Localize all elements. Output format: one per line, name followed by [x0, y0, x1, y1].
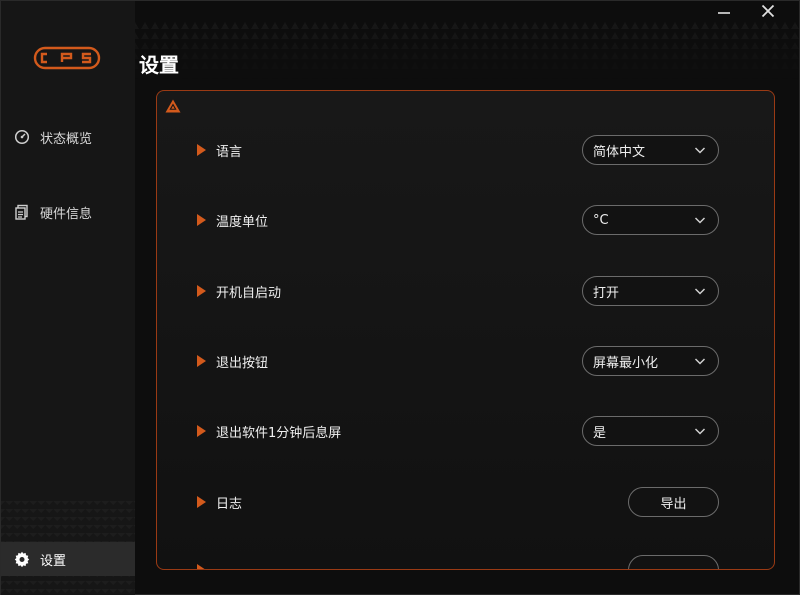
setting-row-log: 日志 导出: [197, 487, 719, 517]
speedometer-icon: [13, 128, 31, 146]
sidebar-item-label: 硬件信息: [40, 206, 93, 222]
setting-label: 退出软件1分钟后息屏: [216, 425, 342, 441]
setting-label: 开机自启动: [216, 285, 282, 301]
triangle-bullet-icon: [197, 214, 206, 226]
page-title: 设置: [139, 53, 179, 77]
triangle-bullet-icon: [197, 355, 206, 367]
export-log-button[interactable]: 导出: [628, 487, 719, 517]
setting-label: 日志: [216, 496, 243, 512]
app-window: 状态概览 硬件信息 设置 设置 语言 简体中文 温度单位 °C 开机自启动 打开…: [0, 0, 800, 595]
sidebar-item-label: 状态概览: [40, 131, 93, 147]
minimize-icon: [718, 12, 730, 14]
sidebar-item-hardware[interactable]: 硬件信息: [1, 195, 135, 229]
gear-icon: [13, 550, 31, 568]
triangle-bullet-icon: [197, 425, 206, 437]
exit-button-select[interactable]: 屏幕最小化: [582, 346, 719, 376]
setting-label: 语言: [216, 144, 243, 160]
chevron-down-icon: [694, 217, 706, 224]
select-value: 屏幕最小化: [593, 355, 659, 371]
chevron-down-icon: [694, 428, 706, 435]
chevron-down-icon: [694, 358, 706, 365]
setting-label: 退出按钮: [216, 355, 269, 371]
settings-panel: 语言 简体中文 温度单位 °C 开机自启动 打开 退出按钮 屏幕最小化 退出软件…: [156, 90, 775, 570]
cpe-logo: [33, 46, 101, 70]
setting-row-autostart: 开机自启动 打开: [197, 276, 719, 306]
chevron-down-icon: [694, 288, 706, 295]
setting-row-partial: [197, 555, 719, 569]
setting-label: 温度单位: [216, 214, 269, 230]
setting-row-temperature-unit: 温度单位 °C: [197, 205, 719, 235]
triangle-bullet-icon: [197, 144, 206, 156]
warning-icon: [165, 99, 181, 113]
setting-row-screen-off: 退出软件1分钟后息屏 是: [197, 416, 719, 446]
close-button[interactable]: [751, 1, 785, 21]
document-icon: [13, 203, 31, 221]
select-value: 简体中文: [593, 144, 646, 160]
triangle-bullet-icon: [197, 285, 206, 297]
chevron-down-icon: [694, 147, 706, 154]
setting-row-language: 语言 简体中文: [197, 135, 719, 165]
temperature-unit-select[interactable]: °C: [582, 205, 719, 235]
close-icon: [761, 4, 775, 18]
language-select[interactable]: 简体中文: [582, 135, 719, 165]
partial-button[interactable]: [628, 555, 719, 569]
triangle-bullet-icon: [197, 496, 206, 508]
sidebar-item-status[interactable]: 状态概览: [1, 120, 135, 154]
screen-off-select[interactable]: 是: [582, 416, 719, 446]
sidebar: 状态概览 硬件信息 设置: [1, 1, 135, 595]
select-value: 是: [593, 425, 607, 441]
select-value: 打开: [593, 285, 620, 301]
sidebar-item-settings[interactable]: 设置: [1, 542, 135, 576]
triangle-bullet-icon: [197, 564, 206, 569]
minimize-button[interactable]: [707, 1, 741, 21]
decorative-pattern: [135, 19, 800, 79]
setting-row-exit-button: 退出按钮 屏幕最小化: [197, 346, 719, 376]
autostart-select[interactable]: 打开: [582, 276, 719, 306]
select-value: °C: [593, 212, 609, 228]
sidebar-item-label: 设置: [40, 553, 67, 569]
